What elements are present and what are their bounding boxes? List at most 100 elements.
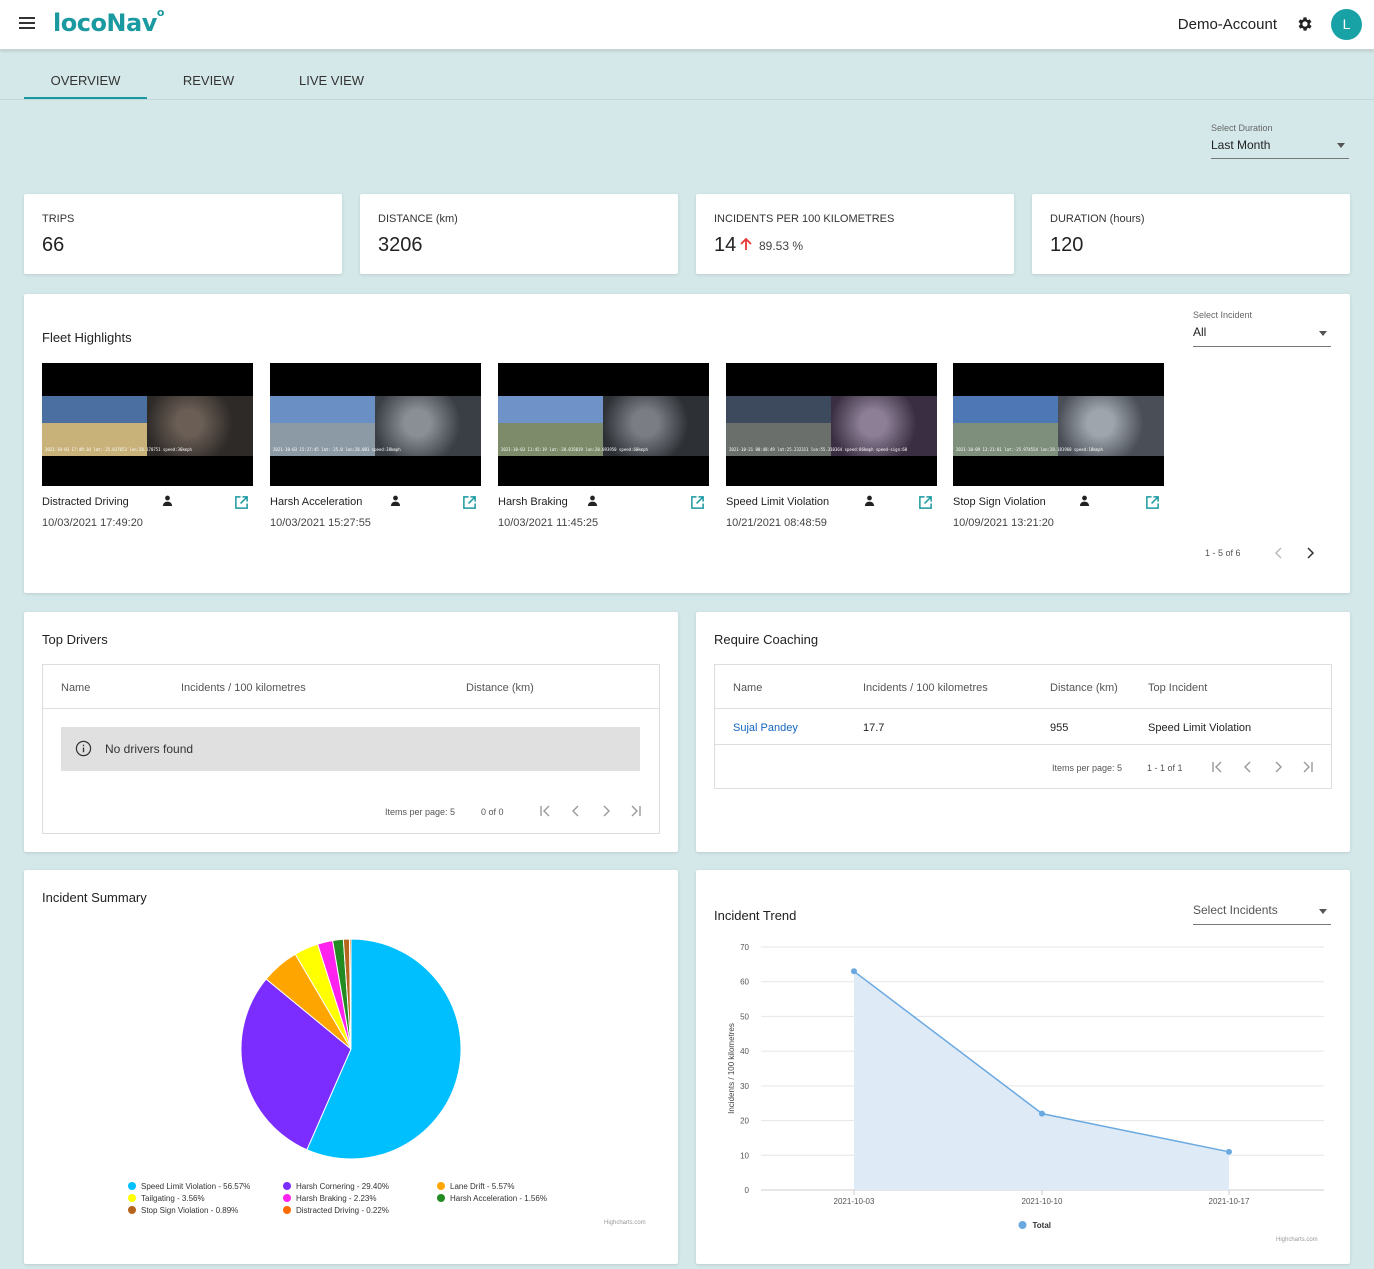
chevron-down-icon bbox=[1319, 331, 1327, 336]
tab-live-view[interactable]: LIVE VIEW bbox=[270, 62, 393, 99]
person-icon bbox=[162, 495, 172, 506]
incident-video-thumbnail[interactable]: 2021-10-03 17:49:10 lat:-25.017653 lon:2… bbox=[42, 363, 253, 486]
duration-select-label: Select Duration bbox=[1211, 123, 1273, 133]
app-logo[interactable]: locoNavo bbox=[53, 6, 164, 37]
table-divider bbox=[43, 708, 659, 709]
highlight-incident-name: Harsh Braking bbox=[498, 496, 568, 508]
incident-video-thumbnail[interactable]: 2021-10-21 08:48:49 lat:25.232311 lon:55… bbox=[726, 363, 937, 486]
stat-value: 3206 bbox=[378, 234, 423, 256]
chevron-right-icon[interactable] bbox=[599, 804, 613, 818]
column-header-incidents: Incidents / 100 kilometres bbox=[181, 682, 306, 694]
open-external-icon[interactable] bbox=[462, 495, 477, 510]
pager-range: 1 - 1 of 1 bbox=[1147, 763, 1183, 773]
first-page-icon[interactable] bbox=[538, 804, 552, 818]
legend-dot bbox=[437, 1182, 445, 1190]
account-name[interactable]: Demo-Account bbox=[1178, 16, 1277, 33]
stat-label: TRIPS bbox=[42, 213, 75, 225]
avatar[interactable]: L bbox=[1331, 9, 1362, 40]
highlight-incident-name: Distracted Driving bbox=[42, 496, 129, 508]
tab-overview[interactable]: OVERVIEW bbox=[24, 62, 147, 99]
stat-card-incidents: INCIDENTS PER 100 KILOMETRES 14 89.53 % bbox=[696, 194, 1014, 274]
legend-item[interactable]: Speed Limit Violation - 56.57% bbox=[128, 1182, 250, 1191]
legend-dot bbox=[128, 1206, 136, 1214]
legend-dot[interactable] bbox=[1018, 1221, 1027, 1229]
gear-icon[interactable] bbox=[1296, 15, 1314, 33]
legend-label: Tailgating - 3.56% bbox=[141, 1194, 205, 1203]
video-overlay-text: 2021-10-21 08:48:49 lat:25.232311 lon:55… bbox=[729, 447, 908, 452]
y-axis-label: Incidents / 100 kilometres bbox=[727, 1023, 736, 1114]
data-point[interactable] bbox=[1226, 1148, 1232, 1155]
data-point[interactable] bbox=[851, 968, 857, 975]
chevron-right-icon[interactable] bbox=[1303, 546, 1317, 560]
chevron-left-icon[interactable] bbox=[1272, 546, 1286, 560]
legend-item[interactable]: Tailgating - 3.56% bbox=[128, 1194, 205, 1203]
y-tick-label: 60 bbox=[740, 978, 749, 987]
incidents-select[interactable]: Select Incidents bbox=[1193, 903, 1331, 925]
legend-label: Speed Limit Violation - 56.57% bbox=[141, 1182, 251, 1191]
column-header-incidents: Incidents / 100 kilometres bbox=[863, 682, 988, 694]
highlight-timestamp: 10/09/2021 13:21:20 bbox=[953, 517, 1054, 529]
highlight-timestamp: 10/03/2021 17:49:20 bbox=[42, 517, 143, 529]
tabs-divider bbox=[0, 99, 1374, 100]
top-drivers-title: Top Drivers bbox=[42, 632, 108, 647]
incident-trend-chart: 0 10 20 30 40 50 60 70 Incidents / 100 kilometre… bbox=[727, 943, 1324, 1230]
highlight-timestamp: 10/21/2021 08:48:59 bbox=[726, 517, 827, 529]
person-icon bbox=[390, 495, 400, 506]
chevron-right-icon[interactable] bbox=[1271, 760, 1285, 774]
chevron-left-icon[interactable] bbox=[569, 804, 583, 818]
video-overlay-text: 2021-10-03 11:45:19 lat:-28.015019 lon:2… bbox=[501, 447, 648, 452]
data-point[interactable] bbox=[1039, 1110, 1045, 1117]
duration-select[interactable]: Select Duration Last Month bbox=[1211, 123, 1349, 159]
chart-credit: Highcharts.com bbox=[1276, 1237, 1318, 1243]
legend-dot bbox=[128, 1194, 136, 1202]
first-page-icon[interactable] bbox=[1210, 760, 1224, 774]
stat-label: INCIDENTS PER 100 KILOMETRES bbox=[714, 213, 895, 225]
tab-review[interactable]: REVIEW bbox=[147, 62, 270, 99]
driver-name-link[interactable]: Sujal Pandey bbox=[733, 722, 798, 734]
incident-video-thumbnail[interactable]: 2021-10-03 11:45:19 lat:-28.015019 lon:2… bbox=[498, 363, 709, 486]
legend-label[interactable]: Total bbox=[1033, 1221, 1052, 1230]
incident-select-value: All bbox=[1193, 325, 1207, 339]
incident-video-thumbnail[interactable]: 2021-10-09 13:21:01 lat:-25.974554 lon:2… bbox=[953, 363, 1164, 486]
driver-distance: 955 bbox=[1050, 722, 1069, 734]
items-per-page[interactable]: Items per page: 5 bbox=[385, 807, 455, 817]
last-page-icon[interactable] bbox=[1301, 760, 1315, 774]
highlight-incident-name: Stop Sign Violation bbox=[953, 496, 1046, 508]
legend-label: Harsh Braking - 2.23% bbox=[296, 1194, 377, 1203]
arrow-up-icon bbox=[740, 237, 752, 250]
legend-item[interactable]: Lane Drift - 5.57% bbox=[437, 1182, 514, 1191]
empty-state-banner: No drivers found bbox=[61, 727, 640, 771]
legend-dot bbox=[283, 1206, 291, 1214]
items-per-page[interactable]: Items per page: 5 bbox=[1052, 763, 1122, 773]
stat-label: DURATION (hours) bbox=[1050, 213, 1145, 225]
legend-item[interactable]: Harsh Cornering - 29.40% bbox=[283, 1182, 389, 1191]
chevron-down-icon bbox=[1337, 143, 1345, 148]
stat-change: 89.53 % bbox=[759, 239, 804, 253]
top-bar: locoNavo Demo-Account L bbox=[0, 0, 1374, 50]
stat-value: 66 bbox=[42, 234, 65, 256]
incident-video-thumbnail[interactable]: 2021-10-03 15:27:45 lat:-25.0 lon:28.081… bbox=[270, 363, 481, 486]
y-tick-label: 30 bbox=[740, 1082, 749, 1091]
last-page-icon[interactable] bbox=[629, 804, 643, 818]
duration-select-value: Last Month bbox=[1211, 138, 1271, 152]
incident-select[interactable]: Select Incident All bbox=[1193, 310, 1331, 347]
incident-trend-title: Incident Trend bbox=[714, 908, 797, 923]
legend-item[interactable]: Distracted Driving - 0.22% bbox=[283, 1206, 389, 1215]
info-icon bbox=[75, 740, 92, 757]
person-icon bbox=[587, 495, 597, 506]
open-external-icon[interactable] bbox=[234, 495, 249, 510]
open-external-icon[interactable] bbox=[690, 495, 705, 510]
legend-item[interactable]: Harsh Acceleration - 1.56% bbox=[437, 1194, 547, 1203]
hamburger-menu-icon[interactable] bbox=[19, 17, 35, 31]
legend-item[interactable]: Stop Sign Violation - 0.89% bbox=[128, 1206, 238, 1215]
require-coaching-title: Require Coaching bbox=[714, 632, 819, 647]
legend-item[interactable]: Harsh Braking - 2.23% bbox=[283, 1194, 376, 1203]
open-external-icon[interactable] bbox=[918, 495, 933, 510]
highlight-timestamp: 10/03/2021 15:27:55 bbox=[270, 517, 371, 529]
y-tick-label: 50 bbox=[740, 1012, 749, 1021]
open-external-icon[interactable] bbox=[1145, 495, 1160, 510]
chart-credit: Highcharts.com bbox=[604, 1220, 646, 1226]
x-tick-label: 2021-10-03 bbox=[834, 1197, 875, 1206]
table-divider bbox=[715, 708, 1331, 709]
chevron-left-icon[interactable] bbox=[1241, 760, 1255, 774]
